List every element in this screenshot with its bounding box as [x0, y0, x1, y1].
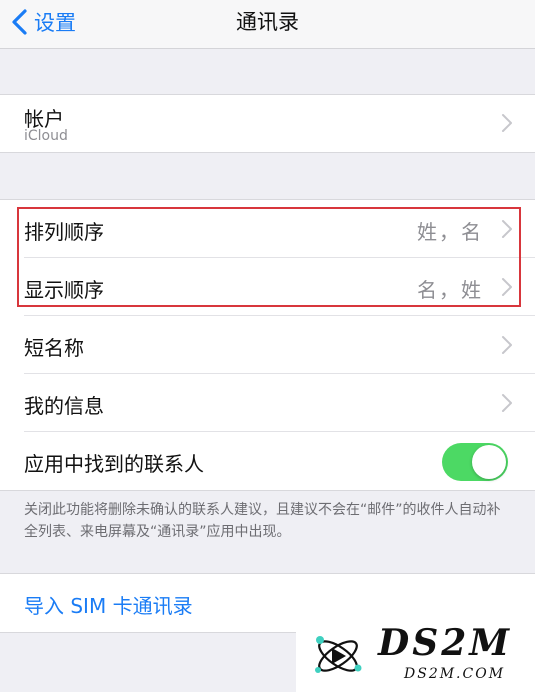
atom-logo-icon: [315, 636, 362, 673]
chevron-right-icon: [502, 394, 512, 412]
toggle-knob: [472, 445, 506, 479]
found-in-apps-footnote: 关闭此功能将删除未确认的联系人建议，且建议不会在“邮件”的收件人自动补全列表、来…: [24, 502, 501, 540]
contacts-settings-group: 排列顺序 姓，名 显示顺序 名，姓 短名称 我的信息 应用中找到的联系人: [0, 199, 535, 491]
sort-order-row[interactable]: 排列顺序 姓，名: [0, 200, 535, 258]
short-name-label: 短名称: [24, 336, 84, 360]
watermark-brand: DS2M: [378, 622, 513, 664]
watermark-domain: DS2M.COM: [404, 666, 506, 682]
display-order-row[interactable]: 显示顺序 名，姓: [0, 258, 535, 316]
short-name-row[interactable]: 短名称: [0, 316, 535, 374]
sort-order-value: 姓，名: [417, 220, 483, 244]
found-in-apps-row: 应用中找到的联系人: [0, 432, 535, 490]
chevron-right-icon: [502, 220, 512, 238]
display-order-label: 显示顺序: [24, 278, 104, 302]
sort-order-label: 排列顺序: [24, 220, 104, 244]
my-info-label: 我的信息: [24, 394, 104, 418]
page-title: 通讯录: [236, 10, 299, 34]
found-in-apps-label: 应用中找到的联系人: [24, 452, 204, 476]
my-info-row[interactable]: 我的信息: [0, 374, 535, 432]
display-order-value: 名，姓: [417, 278, 483, 302]
account-row[interactable]: 帐户 iCloud: [0, 95, 535, 152]
watermark: DS2M DS2M.COM: [296, 622, 535, 692]
found-in-apps-toggle[interactable]: [442, 443, 508, 481]
account-group: 帐户 iCloud: [0, 94, 535, 153]
account-subtitle: iCloud: [24, 128, 68, 144]
chevron-right-icon: [502, 278, 512, 296]
import-sim-label: 导入 SIM 卡通讯录: [24, 594, 193, 618]
chevron-right-icon: [502, 114, 512, 132]
navigation-bar: 设置 通讯录: [0, 0, 535, 49]
chevron-right-icon: [502, 336, 512, 354]
